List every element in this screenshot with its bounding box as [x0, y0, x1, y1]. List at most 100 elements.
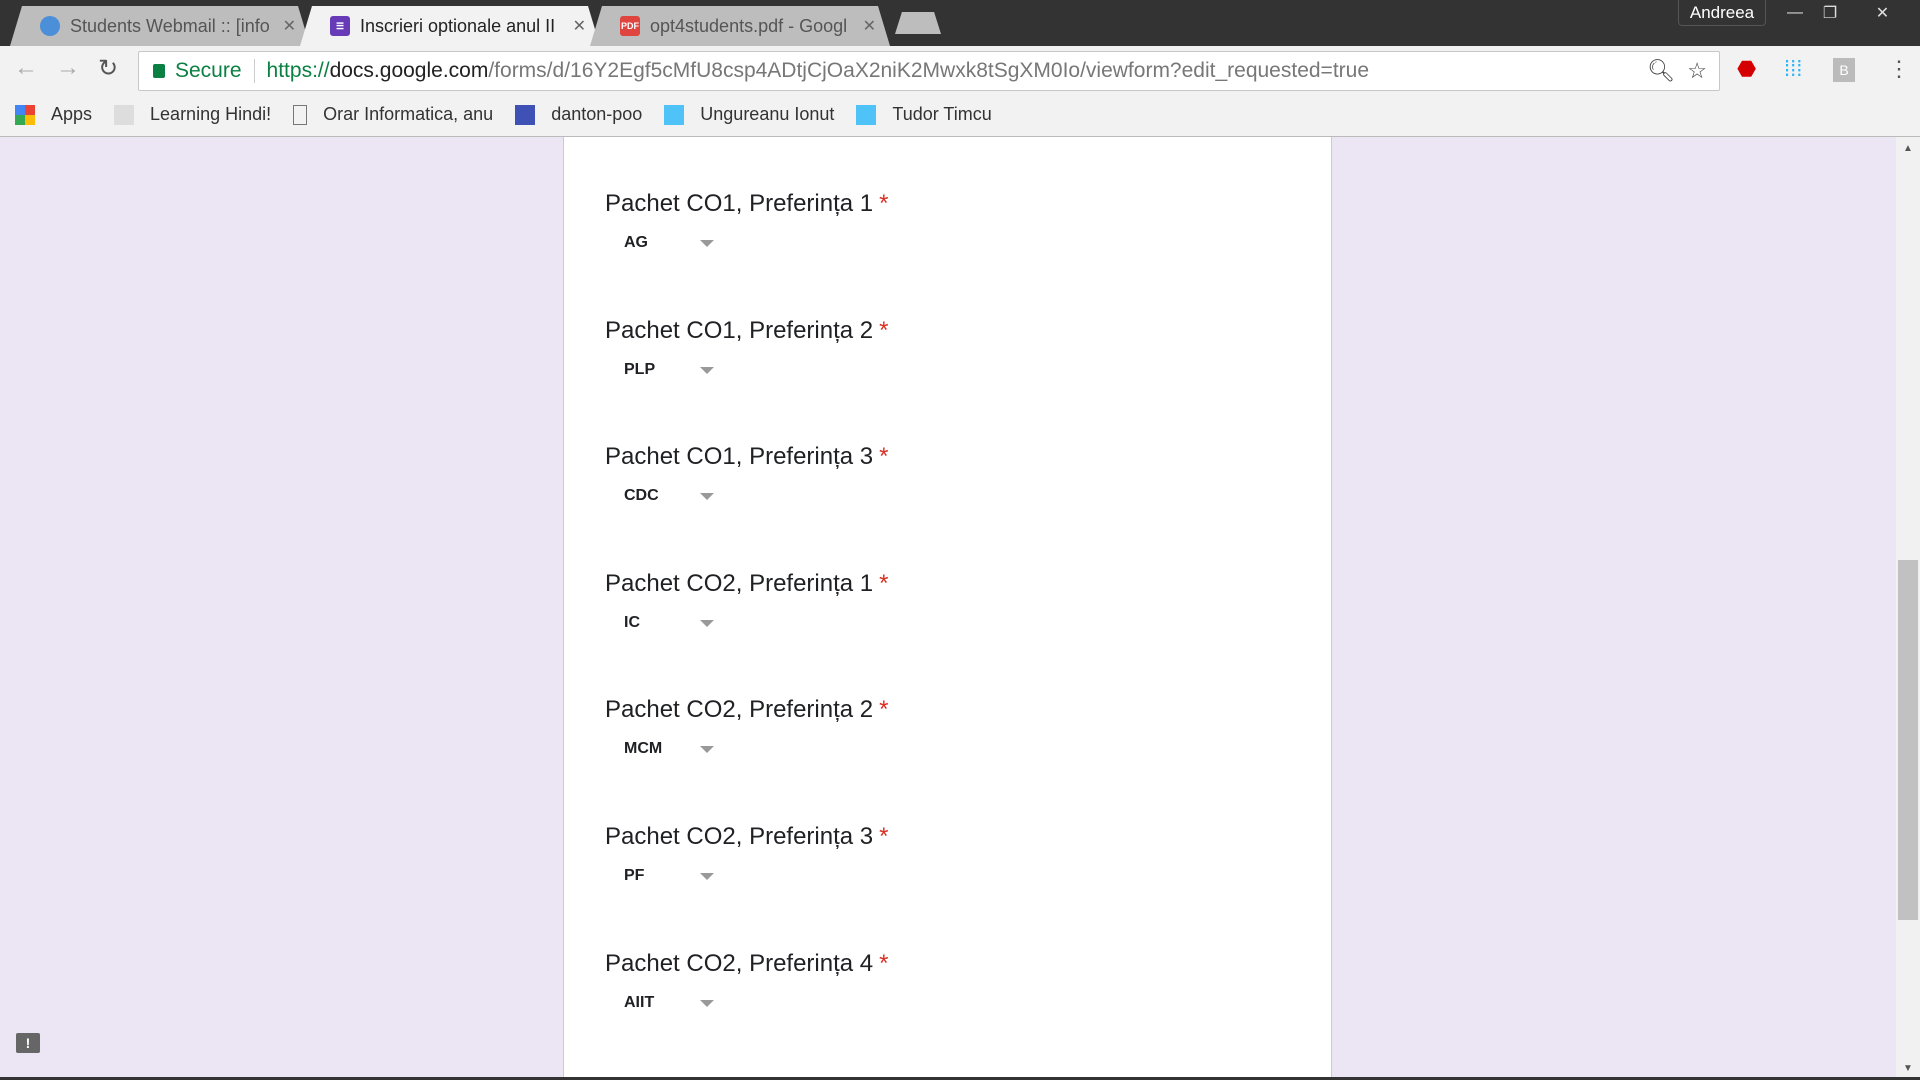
- forward-icon[interactable]: →: [56, 54, 80, 82]
- close-tab-icon[interactable]: ✕: [863, 16, 876, 36]
- selected-value: CDC: [624, 487, 659, 505]
- form-question: Pachet CO2, Preferința 4 * AIIT: [605, 950, 888, 1011]
- question-label: Pachet CO1, Preferința 1: [605, 190, 874, 217]
- answer-dropdown[interactable]: CDC: [624, 487, 724, 505]
- question-label: Pachet CO2, Preferința 3: [605, 823, 874, 850]
- apps-icon: [15, 104, 35, 125]
- question-title: Pachet CO2, Preferința 1 *: [605, 570, 888, 598]
- answer-dropdown[interactable]: AIIT: [624, 994, 724, 1012]
- answer-dropdown[interactable]: AG: [624, 234, 724, 252]
- site-icon: [664, 104, 685, 125]
- close-tab-icon[interactable]: ✕: [573, 16, 586, 36]
- menu-icon[interactable]: ⋮: [1888, 56, 1910, 82]
- minimize-icon[interactable]: —: [1780, 0, 1810, 26]
- forms-icon: ☰: [330, 16, 350, 36]
- selected-value: IC: [624, 613, 640, 631]
- question-label: Pachet CO1, Preferința 3: [605, 443, 874, 471]
- question-title: Pachet CO2, Preferința 4 *: [605, 950, 888, 978]
- back-icon[interactable]: ←: [14, 54, 38, 82]
- question-title: Pachet CO2, Preferința 3 *: [605, 823, 888, 851]
- bookmark-label: Orar Informatica, anu: [323, 104, 494, 124]
- selected-value: PLP: [624, 360, 656, 378]
- bookmark-label: Ungureanu Ionut: [700, 104, 835, 124]
- webmail-icon: [40, 16, 60, 36]
- bookmark-danton-poo[interactable]: danton-poo: [515, 104, 642, 125]
- required-asterisk: *: [879, 569, 889, 597]
- required-asterisk: *: [879, 443, 889, 471]
- selected-value: PF: [624, 867, 645, 884]
- question-title: Pachet CO1, Preferința 2 *: [605, 317, 888, 345]
- tab-pdf[interactable]: PDF opt4students.pdf - Googl ✕: [590, 6, 890, 46]
- bookmark-apps[interactable]: Apps: [15, 104, 92, 125]
- tab-label: Students Webmail :: [info: [70, 15, 270, 36]
- form-question: Pachet CO2, Preferința 1 * IC: [605, 570, 888, 631]
- tab-strip: Students Webmail :: [info ✕ ☰ Inscrieri …: [0, 0, 1920, 46]
- dropdown-arrow-icon: [700, 999, 714, 1007]
- tab-webmail[interactable]: Students Webmail :: [info ✕: [10, 6, 310, 46]
- pdf-icon: PDF: [620, 16, 640, 36]
- form-question: Pachet CO2, Preferința 2 * MCM: [605, 696, 888, 757]
- dropdown-arrow-icon: [700, 493, 714, 501]
- dropdown-arrow-icon: [700, 240, 714, 247]
- feedback-icon[interactable]: !: [16, 1033, 40, 1053]
- adblock-icon[interactable]: ⬣: [1737, 56, 1756, 82]
- required-asterisk: *: [879, 696, 889, 724]
- close-tab-icon[interactable]: ✕: [283, 16, 296, 36]
- toolbar: ← → ↻ Secure https://docs.google.com/for…: [0, 46, 1920, 93]
- secure-label: Secure: [175, 59, 255, 83]
- answer-dropdown[interactable]: IC: [624, 614, 724, 632]
- question-label: Pachet CO2, Preferința 1: [605, 569, 874, 597]
- question-title: Pachet CO1, Preferința 1 *: [605, 190, 888, 218]
- scrollbar[interactable]: ▲ ▼: [1896, 137, 1920, 1078]
- bookmark-tudor[interactable]: Tudor Timcu: [856, 104, 992, 125]
- bookmark-ungureanu[interactable]: Ungureanu Ionut: [664, 104, 834, 125]
- bookmarks-bar: Apps Learning Hindi! Orar Informatica, a…: [0, 93, 1920, 137]
- new-tab-button[interactable]: [895, 12, 941, 34]
- hindi-icon: [114, 104, 135, 125]
- form-question: Pachet CO1, Preferința 3 * CDC: [605, 443, 889, 504]
- close-window-icon[interactable]: ✕: [1860, 0, 1905, 26]
- question-label: Pachet CO1, Preferința 2: [605, 316, 874, 344]
- question-label: Pachet CO2, Preferința 2: [605, 696, 874, 724]
- profile-button[interactable]: Andreea: [1678, 0, 1766, 26]
- extension-b-icon[interactable]: B: [1833, 58, 1855, 82]
- answer-dropdown[interactable]: PF: [624, 867, 724, 885]
- bookmark-label: Tudor Timcu: [892, 104, 992, 124]
- zoom-icon[interactable]: 🔍︎: [1647, 58, 1675, 84]
- lock-icon: [153, 64, 165, 78]
- answer-dropdown[interactable]: PLP: [624, 361, 724, 379]
- tab-forms[interactable]: ☰ Inscrieri optionale anul II ✕: [300, 6, 600, 46]
- scroll-down-icon[interactable]: ▼: [1903, 1063, 1913, 1074]
- required-asterisk: *: [879, 316, 889, 344]
- form-question: Pachet CO2, Preferința 3 * PF: [605, 823, 888, 884]
- url-text[interactable]: https://docs.google.com/forms/d/16Y2Egf5…: [255, 59, 1369, 83]
- selected-value: AIIT: [624, 993, 655, 1011]
- form-question: Pachet CO1, Preferința 1 * AG: [605, 190, 888, 251]
- bookmark-label: Learning Hindi!: [150, 104, 272, 124]
- selected-value: MCM: [624, 740, 663, 758]
- page-icon: [293, 104, 308, 125]
- scrollbar-thumb[interactable]: [1898, 560, 1918, 920]
- url-scheme: https://: [266, 59, 330, 82]
- bookmark-label: Apps: [51, 104, 93, 124]
- form-card: Pachet CO1, Preferința 1 * AG Pachet CO1, …: [563, 137, 1332, 1080]
- dropdown-arrow-icon: [700, 619, 714, 627]
- selected-value: AG: [624, 234, 648, 251]
- bookmark-star-icon[interactable]: ☆: [1687, 58, 1707, 84]
- address-bar[interactable]: Secure https://docs.google.com/forms/d/1…: [138, 51, 1720, 91]
- tab-label: opt4students.pdf - Googl: [650, 15, 848, 36]
- bookmark-orar[interactable]: Orar Informatica, anu: [293, 104, 493, 125]
- dropdown-arrow-icon: [700, 746, 714, 754]
- form-question: Pachet CO1, Preferința 2 * PLP: [605, 317, 888, 378]
- reload-icon[interactable]: ↻: [98, 54, 118, 83]
- scroll-up-icon[interactable]: ▲: [1903, 143, 1913, 154]
- bookmark-learning-hindi[interactable]: Learning Hindi!: [114, 104, 271, 125]
- apps-grid-icon[interactable]: ⁞⁞⁞: [1784, 56, 1802, 82]
- blog-icon: [515, 104, 536, 125]
- url-host: docs.google.com: [329, 59, 489, 82]
- question-title: Pachet CO2, Preferința 2 *: [605, 696, 888, 724]
- restore-icon[interactable]: ❐: [1815, 0, 1845, 26]
- dropdown-arrow-icon: [700, 873, 714, 880]
- dropdown-arrow-icon: [700, 366, 714, 374]
- answer-dropdown[interactable]: MCM: [624, 740, 724, 758]
